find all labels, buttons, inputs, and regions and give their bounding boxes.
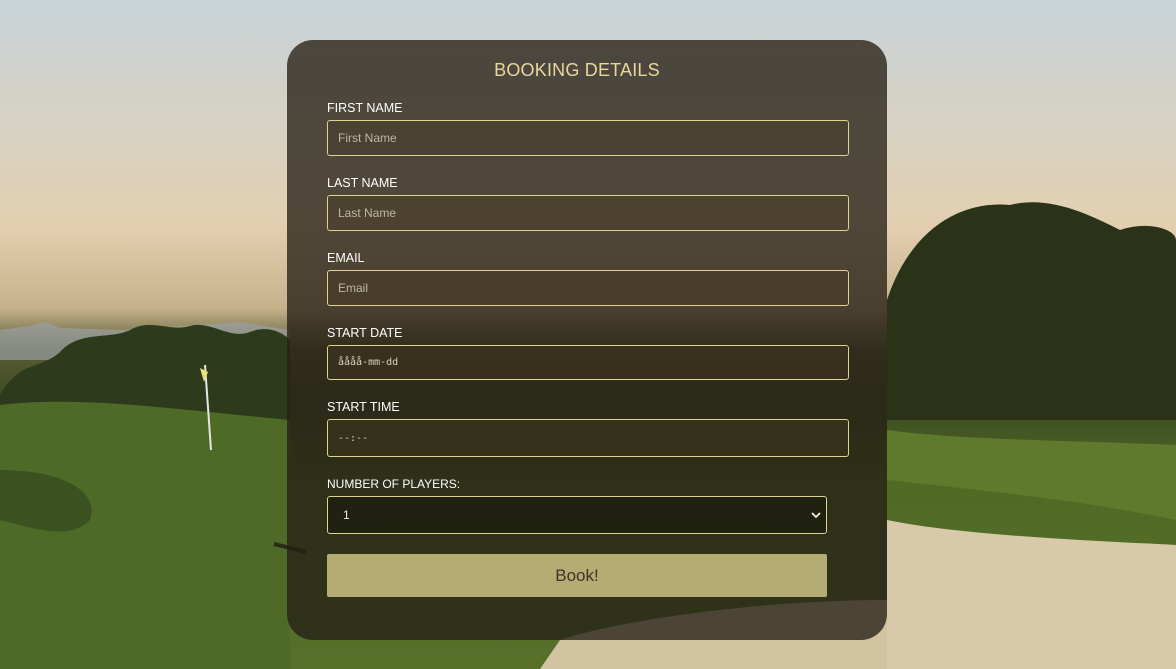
players-label: NUMBER OF PLAYERS: xyxy=(327,477,461,491)
book-button[interactable]: Book! xyxy=(327,554,827,597)
players-selected-value: 1 xyxy=(343,508,350,522)
start-time-input[interactable]: --:-- xyxy=(327,419,849,457)
email-input[interactable]: Email xyxy=(327,270,849,306)
last-name-placeholder: Last Name xyxy=(338,206,397,220)
start-date-input[interactable]: åååå-mm-dd xyxy=(327,345,849,380)
last-name-input[interactable]: Last Name xyxy=(327,195,849,231)
start-time-placeholder: --:-- xyxy=(338,432,369,444)
form-title: BOOKING DETAILS xyxy=(494,60,660,80)
booking-form-card: BOOKING DETAILS FIRST NAME First Name LA… xyxy=(287,40,887,640)
start-time-label: START TIME xyxy=(327,400,400,414)
email-placeholder: Email xyxy=(338,281,369,295)
chevron-down-icon xyxy=(811,512,821,519)
players-select[interactable]: 1 xyxy=(327,496,827,534)
start-date-label: START DATE xyxy=(327,326,403,340)
start-date-placeholder: åååå-mm-dd xyxy=(338,357,399,368)
last-name-label: LAST NAME xyxy=(327,176,398,190)
email-label: EMAIL xyxy=(327,251,365,265)
first-name-label: FIRST NAME xyxy=(327,101,403,115)
first-name-placeholder: First Name xyxy=(338,131,397,145)
first-name-input[interactable]: First Name xyxy=(327,120,849,156)
